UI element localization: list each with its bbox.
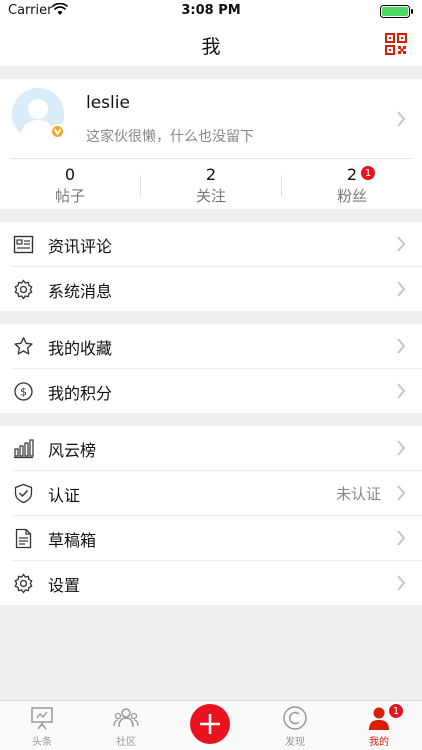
menu-group-messages: 资讯评论 系统消息 [0,222,422,311]
menu-item-label: 设置 [48,576,81,595]
profile-header[interactable]: leslie 这家伙很懒，什么也没留下 [0,79,422,157]
bar-chart-icon [14,439,34,459]
star-icon [14,337,33,355]
menu-item-system-messages[interactable]: 系统消息 [0,267,422,311]
menu-item-label: 资讯评论 [48,237,113,256]
gear-icon [14,573,33,594]
tab-label: 我的 [369,737,389,748]
menu-item-drafts[interactable]: 草稿箱 [0,516,422,560]
username: leslie [86,93,130,113]
stat-followers-count: 2 [346,165,358,184]
menu-item-verification[interactable]: 认证 未认证 [0,471,422,515]
chevron-right-icon [397,236,406,252]
news-icon [13,235,34,254]
clock: 3:08 PM [181,3,241,18]
menu-item-label: 我的收藏 [48,339,113,358]
menu-group-personal: 我的收藏 $ 我的积分 [0,324,422,413]
menu-item-label: 系统消息 [48,282,113,301]
chevron-right-icon [397,111,406,127]
verification-status: 未认证 [335,485,381,503]
discover-icon [283,706,307,730]
menu-item-label: 我的积分 [48,384,113,403]
menu-item-label: 风云榜 [48,441,97,460]
compose-button[interactable] [190,704,230,744]
chevron-right-icon [397,530,406,546]
nav-bar: 我 [0,22,422,66]
battery-icon [380,5,413,18]
plus-icon [200,714,220,734]
page-title: 我 [201,36,221,58]
menu-item-label: 认证 [48,486,81,505]
status-bar: Carrier 3:08 PM [0,0,422,22]
profile-card: leslie 这家伙很懒，什么也没留下 0 帖子 2 关注 2 粉丝 1 [0,79,422,209]
tab-discover[interactable]: 发现 [265,705,325,748]
menu-item-points[interactable]: $ 我的积分 [0,369,422,413]
verified-badge-icon [50,124,65,139]
menu-item-settings[interactable]: 设置 [0,561,422,605]
user-bio: 这家伙很懒，什么也没留下 [86,129,254,145]
stat-followers[interactable]: 2 粉丝 [282,165,422,206]
tab-label: 头条 [32,737,52,748]
stat-following[interactable]: 2 关注 [141,165,281,206]
tab-label: 发现 [285,737,305,748]
menu-item-news-comments[interactable]: 资讯评论 [0,222,422,266]
stat-following-label: 关注 [195,187,226,205]
chevron-right-icon [397,338,406,354]
menu-item-label: 草稿箱 [48,531,97,550]
chevron-right-icon [397,485,406,501]
chevron-right-icon [397,383,406,399]
tab-bar: 头条 社区 发现 我的 1 [0,700,422,750]
stat-posts-count: 0 [64,165,76,184]
tab-community[interactable]: 社区 [96,705,156,748]
chevron-right-icon [397,440,406,456]
svg-text:$: $ [20,386,27,399]
chevron-right-icon [397,575,406,591]
qr-code-icon[interactable] [384,32,408,56]
menu-item-leaderboard[interactable]: 风云榜 [0,426,422,470]
menu-item-favorites[interactable]: 我的收藏 [0,324,422,368]
divider [10,158,412,159]
dollar-coin-icon: $ [14,382,33,401]
tab-mine-badge: 1 [388,703,404,719]
followers-notification-badge: 1 [360,165,376,181]
stat-followers-label: 粉丝 [336,187,367,205]
stat-following-count: 2 [205,165,217,184]
easel-icon [31,707,53,730]
shield-check-icon [14,483,33,504]
stat-posts-label: 帖子 [54,187,85,205]
chevron-right-icon [397,281,406,297]
tab-headlines[interactable]: 头条 [12,705,72,748]
menu-group-other: 风云榜 认证 未认证 草稿箱 设置 [0,426,422,605]
tab-label: 社区 [116,737,136,748]
stat-posts[interactable]: 0 帖子 [0,165,140,206]
community-icon [113,708,139,728]
gear-icon [14,279,33,300]
document-icon [15,528,32,549]
